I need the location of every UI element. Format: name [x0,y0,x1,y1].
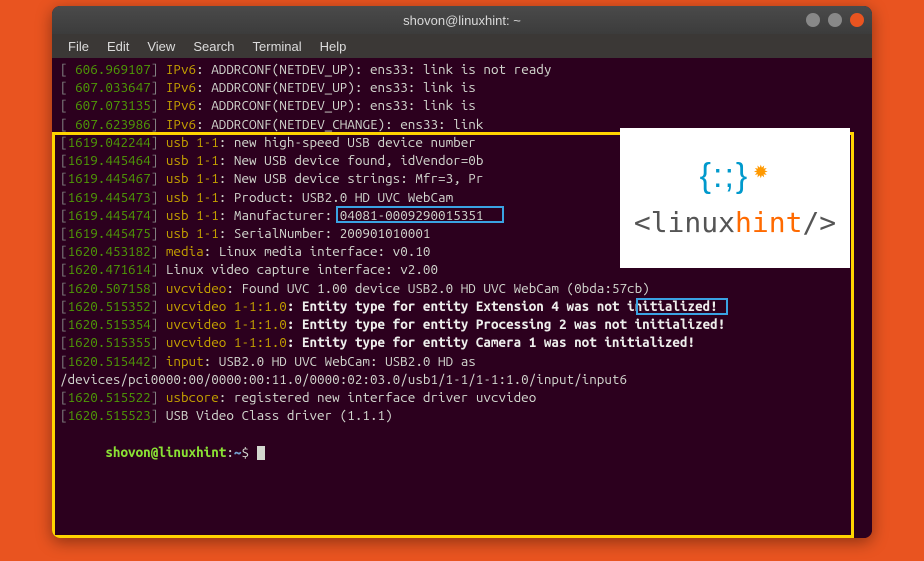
window-controls [806,13,864,27]
dmesg-line: [1620.515442] input: USB2.0 HD UVC WebCa… [60,352,864,388]
dmesg-line: [1620.507158] uvcvideo: Found UVC 1.00 d… [60,279,864,297]
dmesg-line: [ 607.033647] IPv6: ADDRCONF(NETDEV_UP):… [60,78,864,96]
maximize-icon[interactable] [828,13,842,27]
terminal-window: shovon@linuxhint: ~ File Edit View Searc… [52,6,872,538]
logo-face-icon: {:;}✹ [700,154,771,200]
dmesg-line: [1620.515352] uvcvideo 1-1:1.0: Entity t… [60,297,864,315]
minimize-icon[interactable] [806,13,820,27]
menu-view[interactable]: View [139,37,183,56]
prompt-line: shovon@linuxhint:~$ [60,424,864,479]
menu-help[interactable]: Help [312,37,355,56]
dmesg-line: [ 607.073135] IPv6: ADDRCONF(NETDEV_UP):… [60,96,864,114]
titlebar[interactable]: shovon@linuxhint: ~ [52,6,872,34]
dmesg-line: [ 606.969107] IPv6: ADDRCONF(NETDEV_UP):… [60,60,864,78]
terminal-body[interactable]: [ 606.969107] IPv6: ADDRCONF(NETDEV_UP):… [52,58,872,538]
menubar: File Edit View Search Terminal Help [52,34,872,58]
cursor-icon [257,446,265,460]
prompt-dollar: $ [241,444,249,460]
menu-terminal[interactable]: Terminal [245,37,310,56]
logo-text: <linuxhint/> [634,204,836,242]
menu-search[interactable]: Search [185,37,242,56]
dmesg-line: [1620.515354] uvcvideo 1-1:1.0: Entity t… [60,315,864,333]
close-icon[interactable] [850,13,864,27]
prompt-colon: : [226,444,234,460]
sun-icon: ✹ [753,160,770,184]
dmesg-line: [1620.515523] USB Video Class driver (1.… [60,406,864,424]
menu-edit[interactable]: Edit [99,37,137,56]
linuxhint-overlay: {:;}✹ <linuxhint/> [620,128,850,268]
prompt-userhost: shovon@linuxhint [105,444,226,460]
dmesg-line: [1620.515522] usbcore: registered new in… [60,388,864,406]
window-title: shovon@linuxhint: ~ [403,13,521,28]
dmesg-line: [1620.515355] uvcvideo 1-1:1.0: Entity t… [60,333,864,351]
menu-file[interactable]: File [60,37,97,56]
